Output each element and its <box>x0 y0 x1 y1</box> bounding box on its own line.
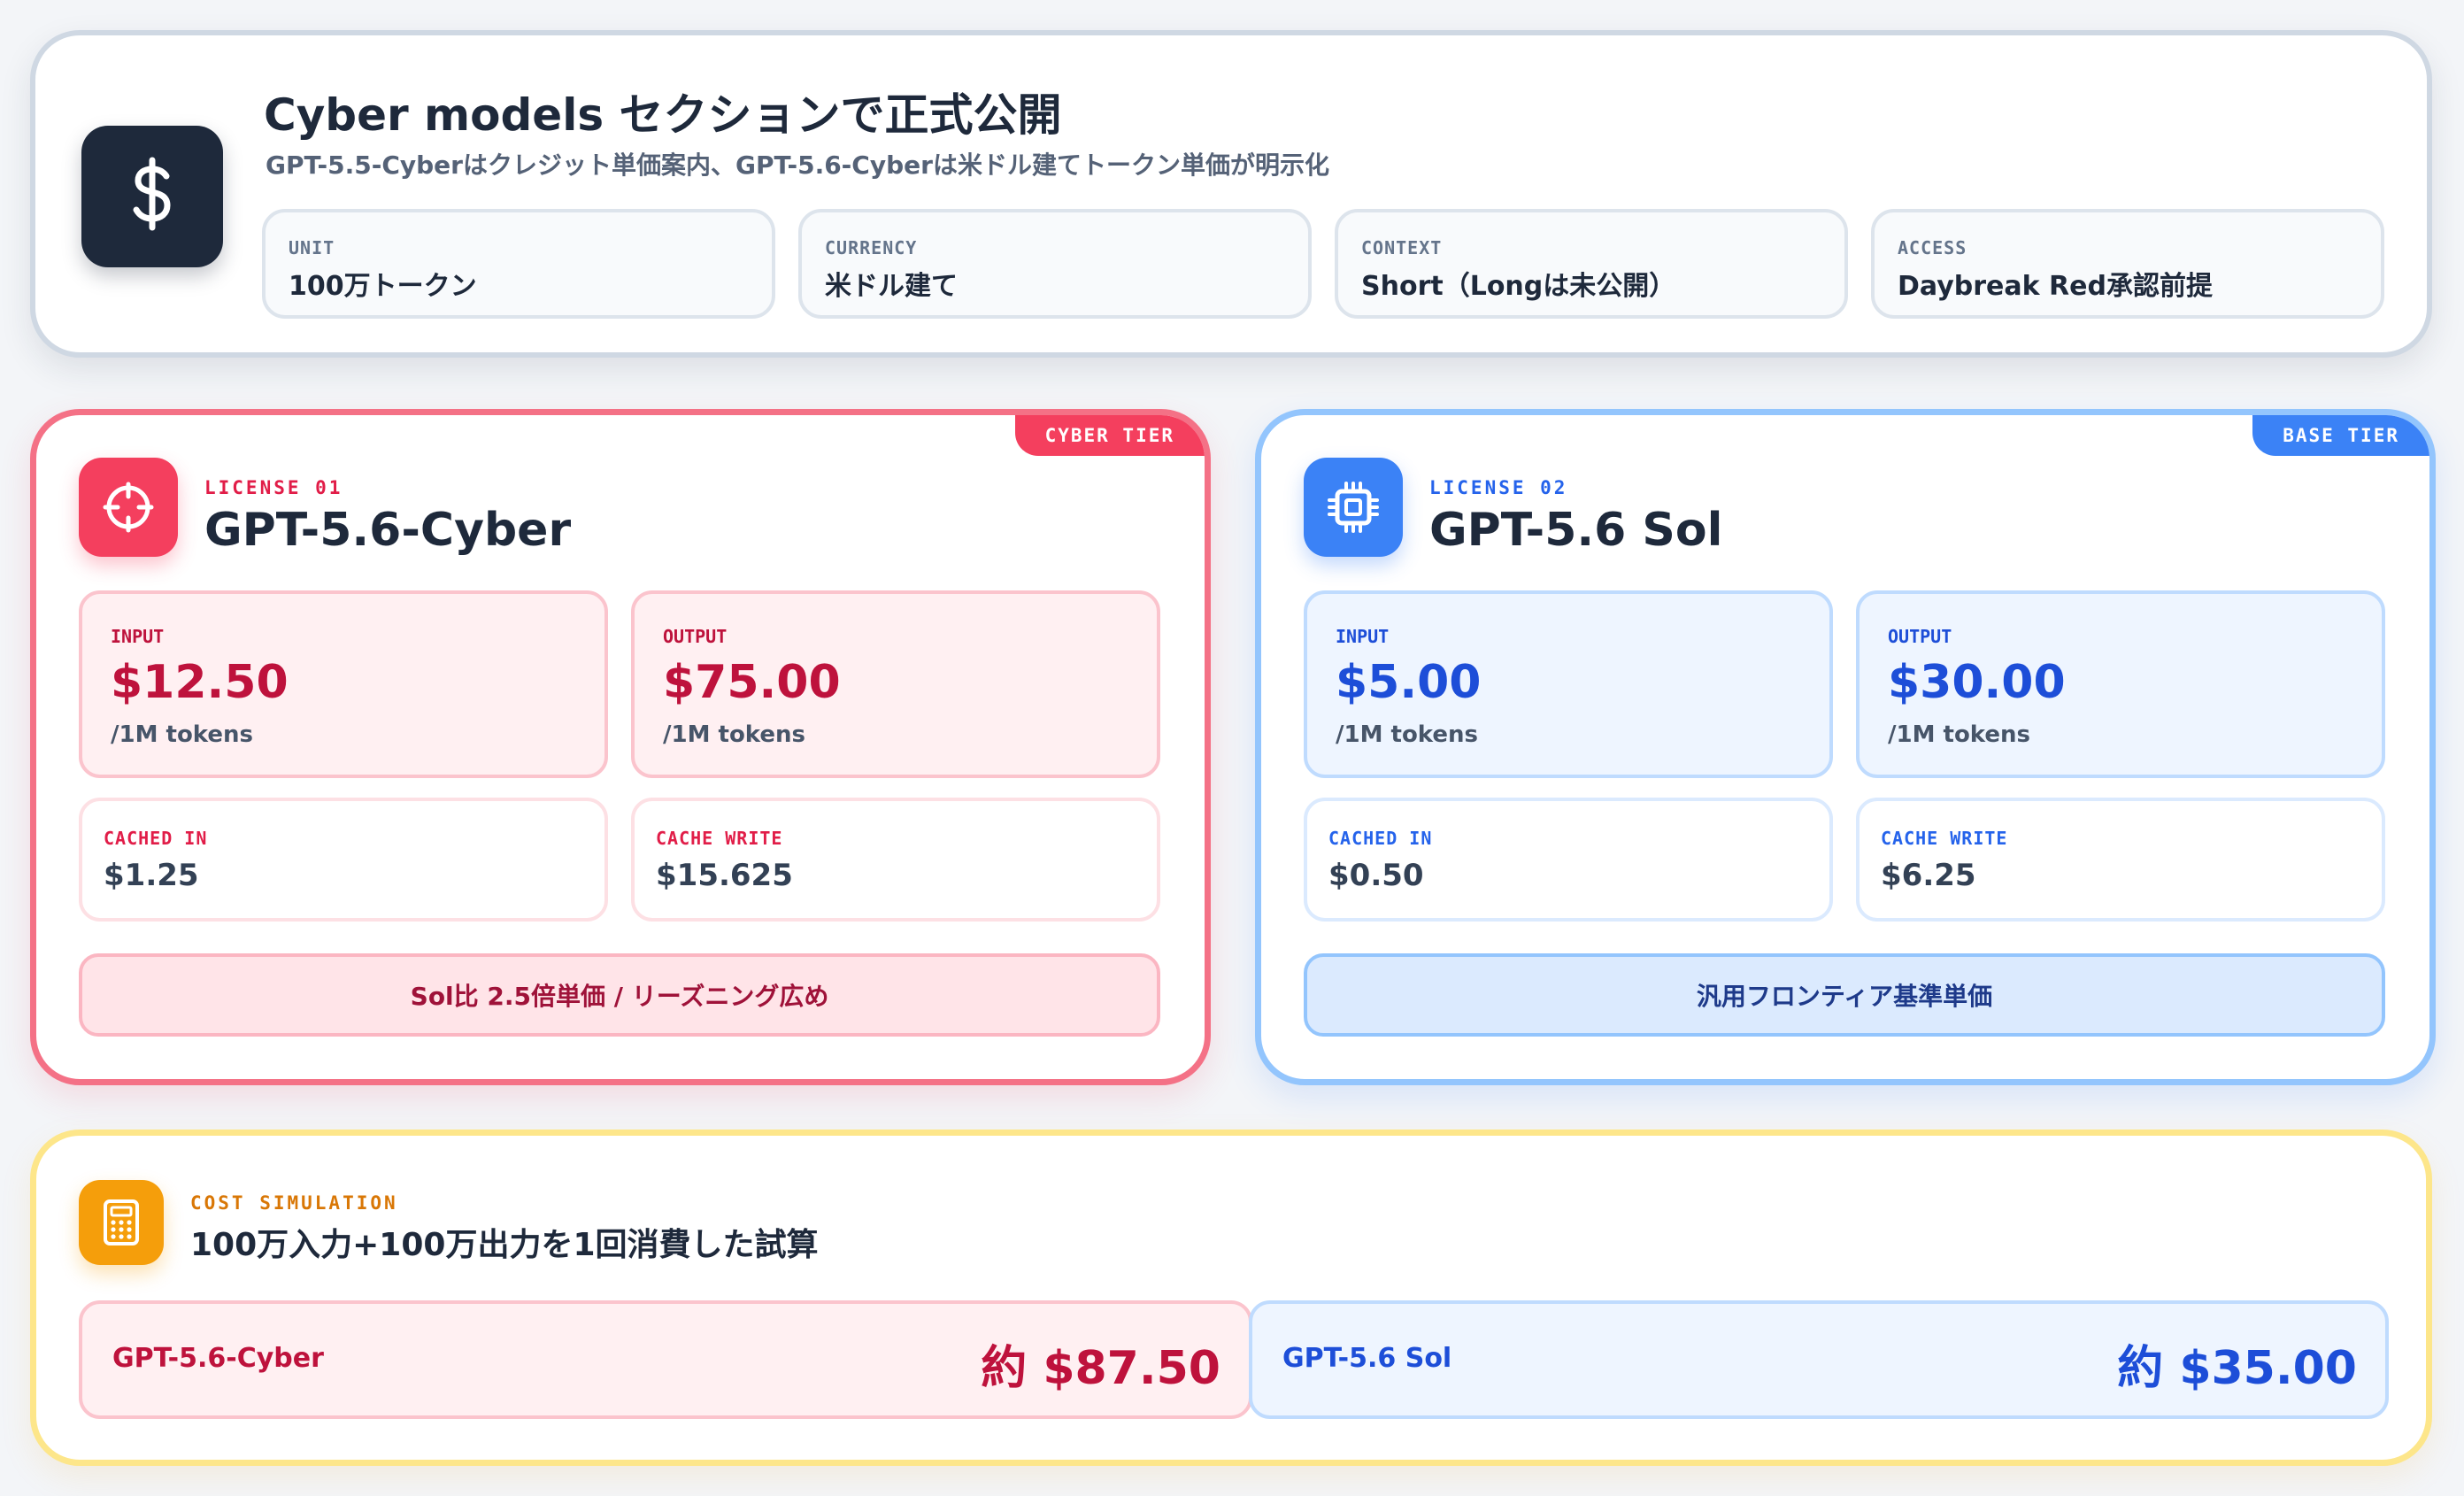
price-value: $5.00 <box>1336 656 1482 709</box>
cache-label: CACHE WRITE <box>1881 828 2008 849</box>
crosshair-icon <box>79 458 178 557</box>
input-price-box: INPUT $12.50 /1M tokens <box>79 590 608 778</box>
price-label: OUTPUT <box>1888 626 1952 647</box>
sim-model-name: GPT-5.6 Sol <box>1282 1343 1452 1374</box>
cache-label: CACHED IN <box>1328 828 1433 849</box>
section-eyebrow: COST SIMULATION <box>190 1192 398 1214</box>
price-unit: /1M tokens <box>111 721 254 748</box>
price-unit: /1M tokens <box>1888 721 2031 748</box>
sim-result-cyber: GPT-5.6-Cyber 約 $87.50 <box>79 1300 1252 1419</box>
cache-write-box: CACHE WRITE $6.25 <box>1856 798 2385 922</box>
calculator-icon <box>79 1180 164 1265</box>
license-card-sol: BASE TIER LICENSE 02 GPT-5.6 Sol INPUT $… <box>1255 409 2436 1085</box>
tier-badge: CYBER TIER <box>1014 415 1205 456</box>
meta-label: CURRENCY <box>825 237 918 258</box>
cached-in-box: CACHED IN $1.25 <box>79 798 608 922</box>
sim-cost: 約 $87.50 <box>981 1342 1220 1395</box>
meta-label: ACCESS <box>1898 237 1967 258</box>
price-value: $75.00 <box>663 656 841 709</box>
cache-value: $6.25 <box>1881 858 1976 893</box>
license-number: LICENSE 02 <box>1429 477 1568 498</box>
cached-in-box: CACHED IN $0.50 <box>1304 798 1833 922</box>
meta-value: Daybreak Red承認前提 <box>1898 271 2213 302</box>
section-title: 100万入力+100万出力を1回消費した試算 <box>190 1227 819 1263</box>
meta-label: CONTEXT <box>1361 237 1443 258</box>
price-value: $30.00 <box>1888 656 2066 709</box>
license-name: GPT-5.6 Sol <box>1429 504 1723 557</box>
license-note: Sol比 2.5倍単価 / リーズニング広め <box>79 953 1160 1037</box>
tier-badge: BASE TIER <box>2252 415 2429 456</box>
meta-label: UNIT <box>289 237 335 258</box>
price-value: $12.50 <box>111 656 289 709</box>
page-title: Cyber models セクションで正式公開 <box>264 89 1062 141</box>
price-label: INPUT <box>111 626 165 647</box>
input-price-box: INPUT $5.00 /1M tokens <box>1304 590 1833 778</box>
meta-value: 米ドル建て <box>825 271 958 302</box>
output-price-box: OUTPUT $30.00 /1M tokens <box>1856 590 2385 778</box>
cache-label: CACHE WRITE <box>656 828 783 849</box>
dollar-icon <box>81 126 223 267</box>
price-unit: /1M tokens <box>663 721 806 748</box>
cost-simulation-card: COST SIMULATION 100万入力+100万出力を1回消費した試算 G… <box>30 1130 2432 1466</box>
license-card-cyber: CYBER TIER LICENSE 01 GPT-5.6-Cyber INPU… <box>30 409 1211 1085</box>
chip-icon <box>1304 458 1403 557</box>
meta-unit: UNIT 100万トークン <box>262 209 775 319</box>
price-label: OUTPUT <box>663 626 728 647</box>
cache-value: $15.625 <box>656 858 793 893</box>
page-subtitle: GPT-5.5-Cyberはクレジット単価案内、GPT-5.6-Cyberは米ド… <box>266 150 1329 180</box>
meta-value: 100万トークン <box>289 271 477 302</box>
header-card: Cyber models セクションで正式公開 GPT-5.5-Cyberはクレ… <box>30 30 2432 358</box>
sim-result-sol: GPT-5.6 Sol 約 $35.00 <box>1249 1300 2389 1419</box>
sim-model-name: GPT-5.6-Cyber <box>112 1343 324 1374</box>
price-label: INPUT <box>1336 626 1390 647</box>
meta-context: CONTEXT Short（Longは未公開） <box>1335 209 1848 319</box>
output-price-box: OUTPUT $75.00 /1M tokens <box>631 590 1160 778</box>
price-unit: /1M tokens <box>1336 721 1479 748</box>
cache-label: CACHED IN <box>104 828 208 849</box>
license-number: LICENSE 01 <box>204 477 343 498</box>
sim-cost: 約 $35.00 <box>2117 1342 2357 1395</box>
cache-value: $0.50 <box>1328 858 1424 893</box>
license-note: 汎用フロンティア基準単価 <box>1304 953 2385 1037</box>
license-name: GPT-5.6-Cyber <box>204 504 572 557</box>
meta-currency: CURRENCY 米ドル建て <box>798 209 1312 319</box>
cache-value: $1.25 <box>104 858 199 893</box>
cache-write-box: CACHE WRITE $15.625 <box>631 798 1160 922</box>
meta-access: ACCESS Daybreak Red承認前提 <box>1871 209 2384 319</box>
meta-value: Short（Longは未公開） <box>1361 271 1676 302</box>
